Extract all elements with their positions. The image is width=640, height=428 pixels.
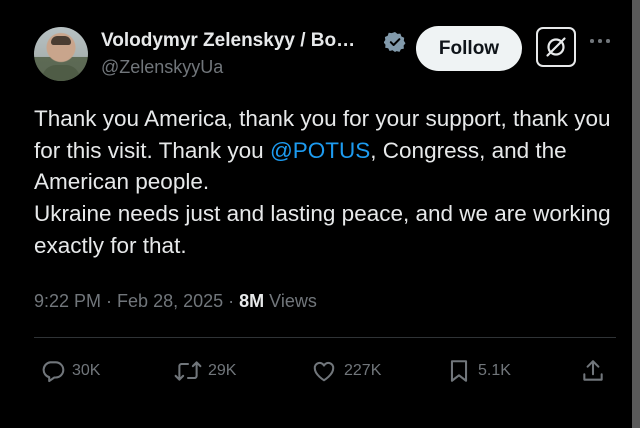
- like-button[interactable]: 227K: [310, 358, 381, 384]
- mention-link[interactable]: @POTUS: [270, 138, 370, 163]
- meta-separator: ·: [223, 291, 240, 311]
- tweet-meta: 9:22 PM · Feb 28, 2025 · 8M Views: [34, 291, 317, 312]
- like-icon: [313, 361, 335, 382]
- reply-button[interactable]: 30K: [40, 358, 100, 384]
- tweet-text-part: Ukraine needs just and lasting peace, an…: [34, 201, 611, 258]
- repost-icon: [174, 361, 202, 381]
- reply-count: 30K: [72, 362, 101, 379]
- grok-icon: [546, 37, 566, 57]
- repost-button[interactable]: 29K: [174, 358, 236, 384]
- avatar-hair: [51, 36, 71, 45]
- like-count: 227K: [344, 362, 382, 379]
- bookmark-button[interactable]: 5.1K: [446, 358, 511, 384]
- verified-badge-icon[interactable]: [384, 31, 406, 53]
- tweet-text: Thank you America, thank you for your su…: [34, 103, 624, 262]
- author-name[interactable]: Volodymyr Zelenskyy / Bo…: [101, 30, 355, 52]
- views-label: Views: [264, 291, 317, 311]
- reply-icon: [42, 361, 65, 383]
- avatar-shirt: [42, 65, 80, 81]
- avatar[interactable]: [34, 27, 88, 81]
- more-icon[interactable]: [590, 36, 612, 46]
- share-icon: [583, 360, 603, 381]
- tweet-card: Volodymyr Zelenskyy / Bo… @ZelenskyyUa F…: [0, 0, 632, 428]
- bookmark-count: 5.1K: [478, 362, 511, 379]
- tweet-date[interactable]: Feb 28, 2025: [117, 291, 223, 311]
- divider: [34, 337, 616, 338]
- window-border: [632, 0, 640, 428]
- grok-button[interactable]: [536, 27, 576, 67]
- views-count: 8M: [239, 291, 265, 311]
- follow-button[interactable]: Follow: [416, 26, 522, 71]
- tweet-time[interactable]: 9:22 PM: [34, 291, 101, 311]
- repost-count: 29K: [208, 362, 237, 379]
- meta-separator: ·: [101, 291, 118, 311]
- bookmark-icon: [450, 360, 468, 382]
- author-handle[interactable]: @ZelenskyyUa: [101, 57, 223, 78]
- share-button[interactable]: [580, 358, 612, 384]
